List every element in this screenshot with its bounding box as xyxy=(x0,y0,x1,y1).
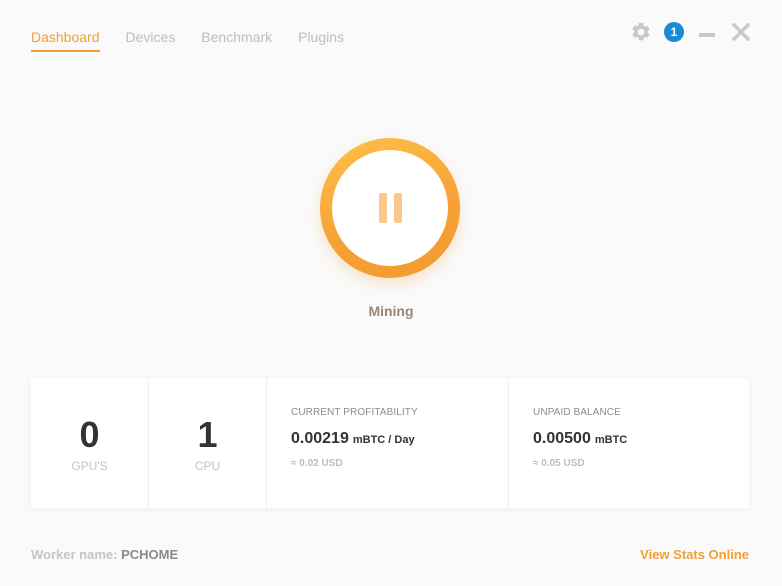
close-icon xyxy=(732,23,750,41)
mining-toggle-button[interactable] xyxy=(320,138,460,278)
close-button[interactable] xyxy=(730,21,752,43)
worker-label: Worker name: xyxy=(31,547,118,562)
profitability-title: CURRENT PROFITABILITY xyxy=(291,407,418,418)
profitability-fiat: ≈ 0.02 USD xyxy=(291,458,343,469)
profitability-value: 0.00219 xyxy=(291,430,349,447)
gear-icon xyxy=(632,22,650,41)
mining-status-label: Mining xyxy=(368,303,414,319)
worker-info: Worker name: PCHOME xyxy=(31,547,178,562)
profitability-value-row: 0.00219 mBTC / Day xyxy=(291,430,415,448)
profitability-cell: CURRENT PROFITABILITY 0.00219 mBTC / Day … xyxy=(267,378,509,508)
balance-value: 0.00500 xyxy=(533,430,591,447)
gpu-count: 0 xyxy=(79,414,100,455)
balance-fiat: ≈ 0.05 USD xyxy=(533,458,585,469)
pause-bar-left xyxy=(378,193,387,223)
gpu-label: GPU'S xyxy=(71,459,108,473)
pause-icon xyxy=(332,150,448,266)
app-window: Dashboard Devices Benchmark Plugins 1 Mi… xyxy=(0,0,782,586)
worker-name: PCHOME xyxy=(121,547,179,562)
stats-panel: 0 GPU'S 1 CPU CURRENT PROFITABILITY 0.00… xyxy=(31,378,749,508)
pause-bar-right xyxy=(393,193,402,223)
cpu-count: 1 xyxy=(197,414,218,455)
main-nav: Dashboard Devices Benchmark Plugins xyxy=(31,29,344,52)
notification-badge[interactable]: 1 xyxy=(664,22,684,42)
window-controls: 1 xyxy=(630,21,752,43)
tab-dashboard[interactable]: Dashboard xyxy=(31,29,100,52)
cpu-label: CPU xyxy=(194,459,221,473)
balance-cell: UNPAID BALANCE 0.00500 mBTC ≈ 0.05 USD xyxy=(509,378,749,508)
tab-benchmark[interactable]: Benchmark xyxy=(201,29,272,52)
balance-title: UNPAID BALANCE xyxy=(533,407,621,418)
minimize-icon xyxy=(699,33,715,37)
tab-plugins[interactable]: Plugins xyxy=(298,29,344,52)
profitability-unit: mBTC / Day xyxy=(352,434,415,446)
minimize-button[interactable] xyxy=(696,21,718,43)
cpu-count-cell: 1 CPU xyxy=(149,378,267,508)
tab-devices[interactable]: Devices xyxy=(126,29,176,52)
gpu-count-cell: 0 GPU'S xyxy=(31,378,149,508)
balance-value-row: 0.00500 mBTC xyxy=(533,430,627,448)
balance-unit: mBTC xyxy=(594,434,628,446)
view-stats-online-link[interactable]: View Stats Online xyxy=(640,547,749,562)
settings-button[interactable] xyxy=(630,21,652,43)
